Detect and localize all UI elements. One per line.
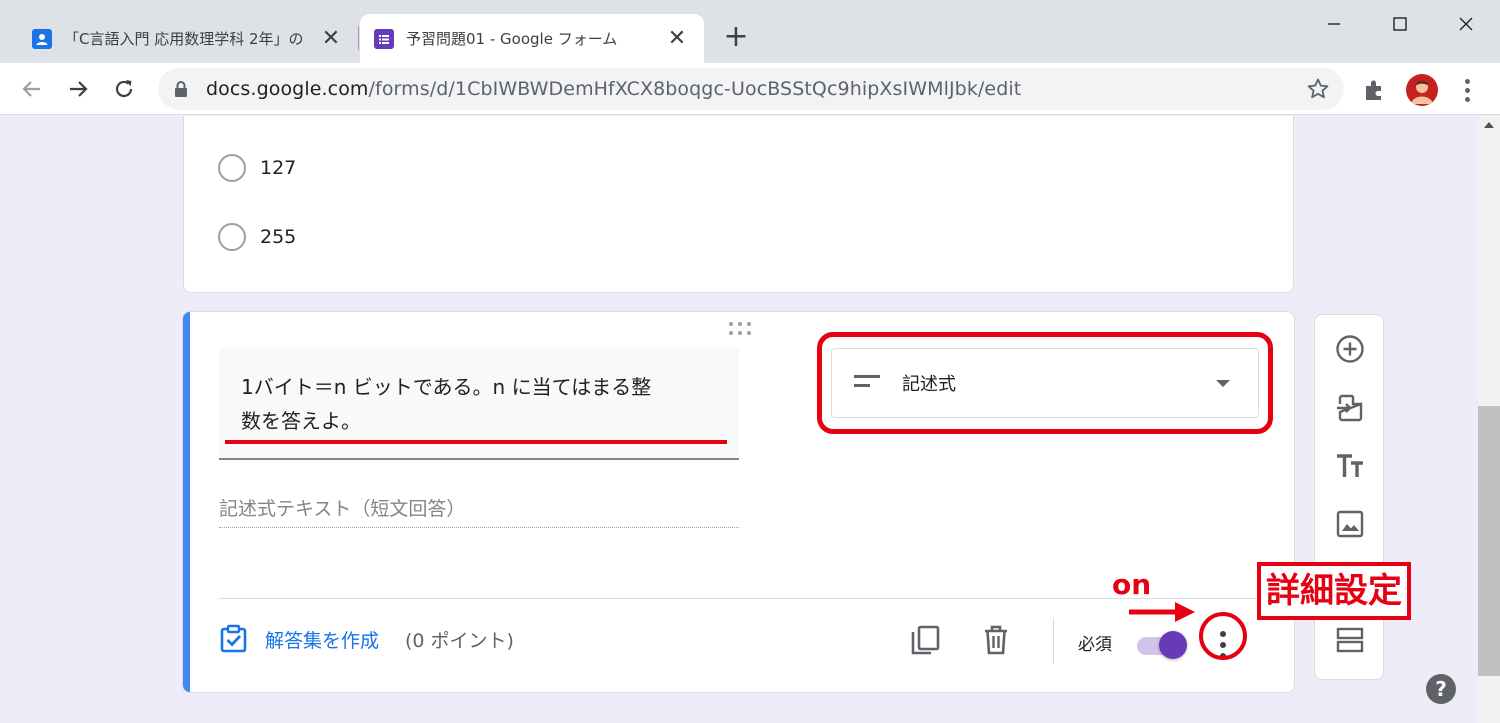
answer-key-button[interactable]: 解答集を作成 (0 ポイント) bbox=[219, 624, 514, 654]
required-toggle[interactable] bbox=[1137, 630, 1187, 660]
form-editor: 127 255 1バイト＝n ビットである。n に当てはまる整 数を答えよ。 記… bbox=[0, 116, 1478, 723]
lock-icon[interactable] bbox=[174, 80, 190, 98]
active-card-indicator bbox=[183, 312, 190, 692]
annotation-highlight-circle bbox=[1199, 612, 1247, 660]
tab-classroom[interactable]: 「C言語入門 応用数理学科 2年」の ✕ bbox=[18, 14, 358, 63]
side-toolbar bbox=[1314, 314, 1384, 680]
add-question-icon[interactable] bbox=[1333, 332, 1367, 366]
annotation-underline bbox=[225, 440, 727, 444]
forward-icon[interactable] bbox=[62, 73, 94, 105]
option-label: 127 bbox=[260, 157, 297, 179]
question-title-field[interactable]: 1バイト＝n ビットである。n に当てはまる整 数を答えよ。 bbox=[219, 348, 739, 460]
scrollbar[interactable] bbox=[1478, 116, 1500, 723]
toggle-knob bbox=[1159, 631, 1187, 659]
tab-title: 「C言語入門 応用数理学科 2年」の bbox=[64, 30, 304, 48]
tab-forms[interactable]: 予習問題01 - Google フォーム ✕ bbox=[360, 14, 704, 63]
scroll-up-arrow-icon[interactable] bbox=[1484, 122, 1494, 128]
question-card[interactable]: 1バイト＝n ビットである。n に当てはまる整 数を答えよ。 記述式 記述式テキ… bbox=[182, 311, 1295, 693]
window-close-icon[interactable] bbox=[1446, 8, 1486, 40]
question-title-line: 1バイト＝n ビットである。n に当てはまる整 bbox=[241, 375, 652, 399]
browser-toolbar: docs.google.com/forms/d/1CbIWBWDemHfXCX8… bbox=[0, 63, 1500, 115]
tab-title: 予習問題01 - Google フォーム bbox=[406, 30, 618, 48]
minimize-icon[interactable] bbox=[1314, 8, 1354, 40]
add-title-icon[interactable] bbox=[1333, 449, 1367, 483]
classroom-icon bbox=[32, 28, 52, 49]
back-icon[interactable] bbox=[16, 73, 48, 105]
divider bbox=[1053, 618, 1054, 664]
delete-icon[interactable] bbox=[981, 624, 1011, 656]
url-text: docs.google.com/forms/d/1CbIWBWDemHfXCX8… bbox=[206, 78, 1021, 100]
question-title: 1バイト＝n ビットである。n に当てはまる整 数を答えよ。 bbox=[241, 370, 731, 438]
radio-icon[interactable] bbox=[218, 154, 246, 182]
scroll-thumb[interactable] bbox=[1478, 406, 1500, 676]
option-row[interactable]: 127 bbox=[218, 154, 296, 182]
browser-menu-icon[interactable] bbox=[1454, 77, 1480, 103]
required-label: 必須 bbox=[1078, 635, 1112, 655]
add-image-icon[interactable] bbox=[1333, 507, 1367, 541]
new-tab-button[interactable]: + bbox=[720, 22, 752, 54]
question-title-line: 数を答えよ。 bbox=[241, 409, 361, 433]
annotation-detail-settings-label: 詳細設定 bbox=[1257, 562, 1411, 620]
browser-tabstrip: 「C言語入門 応用数理学科 2年」の ✕ 予習問題01 - Google フォー… bbox=[0, 0, 1500, 63]
url-host: docs.google.com bbox=[206, 78, 369, 100]
option-row[interactable]: 255 bbox=[218, 223, 296, 251]
annotation-arrow-icon bbox=[1129, 602, 1195, 622]
previous-question-card[interactable]: 127 255 bbox=[183, 116, 1294, 293]
answer-key-label[interactable]: 解答集を作成 bbox=[265, 626, 379, 653]
add-section-icon[interactable] bbox=[1333, 623, 1367, 657]
forms-icon bbox=[374, 28, 394, 49]
tab-separator bbox=[358, 26, 359, 50]
maximize-icon[interactable] bbox=[1380, 8, 1420, 40]
bookmark-star-icon[interactable] bbox=[1306, 77, 1330, 101]
extensions-icon[interactable] bbox=[1362, 77, 1388, 103]
radio-icon[interactable] bbox=[218, 223, 246, 251]
address-bar[interactable]: docs.google.com/forms/d/1CbIWBWDemHfXCX8… bbox=[158, 68, 1344, 110]
close-icon[interactable]: ✕ bbox=[664, 26, 690, 52]
duplicate-icon[interactable] bbox=[909, 624, 941, 656]
url-path: /forms/d/1CbIWBWDemHfXCX8boqgc-UocBSStQc… bbox=[368, 78, 1022, 100]
reload-icon[interactable] bbox=[108, 73, 140, 105]
annotation-on-label: on bbox=[1112, 568, 1152, 601]
help-icon[interactable]: ? bbox=[1426, 674, 1456, 704]
points-label: (0 ポイント) bbox=[405, 629, 514, 652]
drag-handle-icon[interactable] bbox=[729, 322, 751, 336]
avatar[interactable] bbox=[1406, 74, 1438, 106]
import-questions-icon[interactable] bbox=[1333, 391, 1367, 425]
checkbox-checked-icon bbox=[219, 624, 249, 654]
option-label: 255 bbox=[260, 226, 297, 248]
close-icon[interactable]: ✕ bbox=[318, 26, 344, 52]
short-answer-placeholder: 記述式テキスト（短文回答） bbox=[219, 494, 739, 528]
annotation-highlight-box bbox=[817, 332, 1273, 434]
